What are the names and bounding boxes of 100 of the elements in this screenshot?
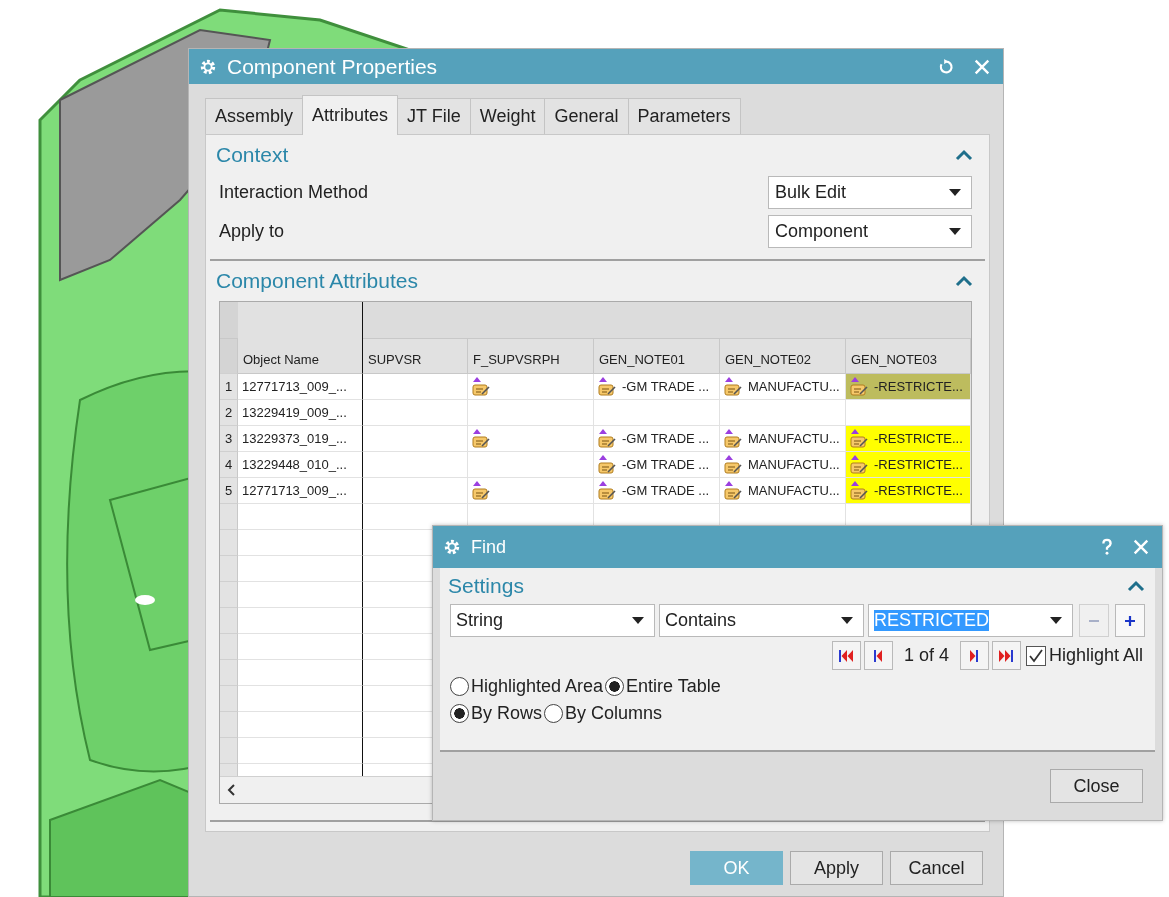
attribute-note-icon — [850, 454, 868, 475]
caret-icon — [632, 617, 644, 624]
radio-label[interactable]: By Rows — [471, 703, 542, 724]
radio-button[interactable] — [450, 704, 469, 723]
table-cell[interactable]: -RESTRICTE... — [846, 374, 971, 400]
table-cell[interactable]: 12771713_009_... — [238, 374, 363, 400]
table-cell[interactable]: -GM TRADE ... — [594, 478, 720, 504]
table-cell[interactable]: 13229419_009_... — [238, 400, 363, 426]
column-header[interactable]: Object Name — [238, 339, 363, 374]
settings-icon[interactable] — [443, 538, 461, 556]
row-number — [220, 686, 238, 712]
table-cell[interactable]: 12771713_009_... — [238, 478, 363, 504]
radio-button[interactable] — [544, 704, 563, 723]
section-title: Component Attributes — [216, 269, 418, 293]
column-header[interactable]: GEN_NOTE01 — [594, 339, 720, 374]
table-cell[interactable]: -GM TRADE ... — [594, 426, 720, 452]
checkbox[interactable] — [1025, 645, 1046, 666]
reset-icon[interactable] — [937, 57, 955, 76]
last-match-button[interactable] — [991, 641, 1021, 670]
table-cell[interactable] — [238, 608, 363, 634]
column-header[interactable]: GEN_NOTE03 — [846, 339, 971, 374]
table-cell[interactable] — [238, 634, 363, 660]
table-cell[interactable]: MANUFACTU... — [720, 374, 846, 400]
table-cell[interactable] — [238, 556, 363, 582]
dropdown[interactable]: Contains — [659, 604, 864, 637]
cell-text: -GM TRADE ... — [622, 483, 710, 498]
column-header[interactable]: GEN_NOTE02 — [720, 339, 846, 374]
table-cell[interactable] — [238, 712, 363, 738]
tab[interactable]: JT File — [397, 98, 471, 134]
row-number: 1 — [220, 374, 238, 400]
caret-icon — [1050, 617, 1062, 624]
table-cell[interactable] — [238, 504, 363, 530]
close-button[interactable]: Close — [1050, 769, 1143, 803]
column-header[interactable]: SUPVSR — [363, 339, 468, 374]
table-cell[interactable]: 13229448_010_... — [238, 452, 363, 478]
dropdown[interactable]: String — [450, 604, 655, 637]
tab[interactable]: Assembly — [205, 98, 304, 134]
checkmark-icon — [1028, 648, 1043, 663]
attribute-note-icon — [724, 428, 742, 449]
caret-icon — [841, 617, 853, 624]
help-icon[interactable] — [1100, 538, 1114, 556]
tab[interactable]: General — [544, 98, 629, 134]
cell-text: 13229419_009_... — [242, 405, 347, 420]
close-icon[interactable] — [1132, 538, 1150, 556]
section-title: Settings — [448, 574, 524, 598]
table-cell[interactable]: MANUFACTU... — [720, 452, 846, 478]
table-cell[interactable] — [238, 738, 363, 764]
table-cell[interactable]: -GM TRADE ... — [594, 374, 720, 400]
attribute-note-icon — [724, 480, 742, 501]
cell-text: -GM TRADE ... — [622, 457, 710, 472]
tab[interactable]: Attributes — [302, 95, 399, 135]
next-match-button[interactable] — [959, 641, 989, 670]
scroll-left-icon[interactable] — [227, 784, 235, 796]
tab[interactable]: Parameters — [627, 98, 741, 134]
section-title: Context — [216, 143, 289, 167]
chevron-icon[interactable] — [955, 275, 973, 287]
settings-icon[interactable] — [199, 57, 217, 76]
table-cell[interactable]: 13229373_019_... — [238, 426, 363, 452]
row-number: 2 — [220, 400, 238, 426]
dropdown[interactable]: Component — [768, 215, 972, 248]
dialog-button[interactable]: Cancel — [890, 851, 983, 885]
chevron-icon[interactable] — [955, 149, 973, 161]
cell-text: -RESTRICTE... — [874, 431, 963, 446]
radio-label[interactable]: By Columns — [565, 703, 663, 724]
radio-label[interactable]: Entire Table — [626, 676, 721, 697]
previous-match-button[interactable] — [863, 641, 893, 670]
cell-text: 12771713_009_... — [242, 483, 347, 498]
dropdown[interactable]: Bulk Edit — [768, 176, 972, 209]
table-cell[interactable] — [238, 686, 363, 712]
row-number — [220, 556, 238, 582]
add-button[interactable] — [1115, 604, 1145, 637]
cell-text: MANUFACTU... — [748, 379, 840, 394]
checkbox-label[interactable]: Highlight All — [1048, 645, 1143, 666]
radio-label[interactable]: Highlighted Area — [471, 676, 604, 697]
table-cell[interactable]: MANUFACTU... — [720, 478, 846, 504]
chevron-icon[interactable] — [1127, 580, 1145, 592]
table-cell[interactable]: -RESTRICTE... — [846, 478, 971, 504]
table-cell[interactable]: MANUFACTU... — [720, 426, 846, 452]
table-cell[interactable] — [238, 660, 363, 686]
attribute-note-icon — [598, 376, 616, 397]
attribute-note-icon — [724, 376, 742, 397]
first-match-button[interactable] — [831, 641, 861, 670]
row-number — [220, 608, 238, 634]
cell-text: MANUFACTU... — [748, 431, 840, 446]
attribute-note-icon — [724, 454, 742, 475]
table-cell[interactable] — [238, 530, 363, 556]
radio-button[interactable] — [605, 677, 625, 696]
table-cell[interactable]: -RESTRICTE... — [846, 426, 971, 452]
tab[interactable]: Weight — [469, 98, 546, 134]
cell-text: MANUFACTU... — [748, 457, 840, 472]
attribute-note-icon — [598, 428, 616, 449]
table-cell[interactable]: -RESTRICTE... — [846, 452, 971, 478]
column-header[interactable]: F_SUPVSRPH — [468, 339, 594, 374]
row-number — [220, 582, 238, 608]
dialog-button[interactable]: Apply — [790, 851, 883, 885]
cell-text: 13229448_010_... — [242, 457, 347, 472]
radio-button[interactable] — [450, 677, 469, 696]
table-cell[interactable] — [238, 582, 363, 608]
table-cell[interactable]: -GM TRADE ... — [594, 452, 720, 478]
close-icon[interactable] — [973, 57, 991, 76]
